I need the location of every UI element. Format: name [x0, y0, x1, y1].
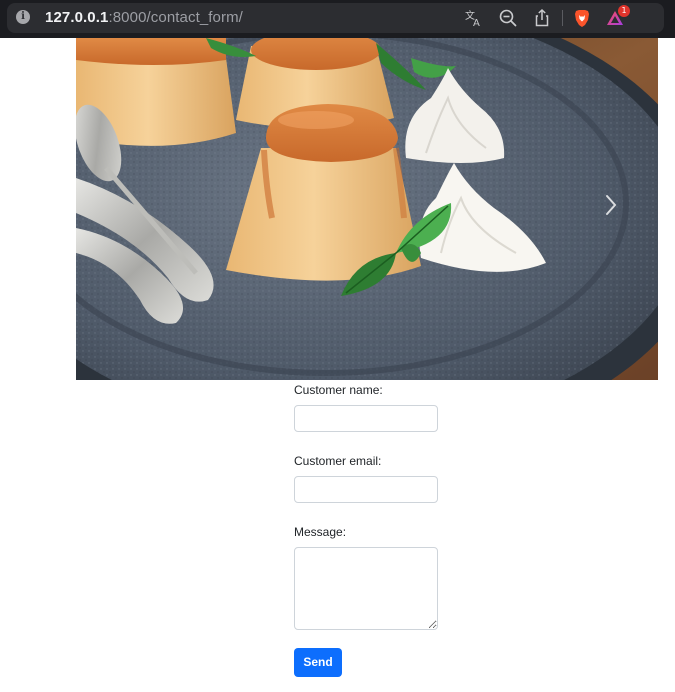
translate-icon[interactable]: 文 A — [464, 8, 484, 28]
customer-email-label: Customer email: — [294, 454, 382, 468]
brave-lion-icon[interactable] — [572, 8, 592, 28]
message-label: Message: — [294, 525, 347, 539]
zoom-out-icon[interactable] — [498, 8, 518, 28]
browser-toolbar: i 127.0.0.1:8000/contact_form/ 文 A 1 — [0, 0, 675, 38]
notification-badge: 1 — [618, 5, 630, 17]
url-path: :8000/contact_form/ — [108, 9, 243, 26]
url-text[interactable]: 127.0.0.1:8000/contact_form/ — [45, 9, 243, 27]
chevron-right-icon[interactable] — [604, 194, 618, 216]
hero-image — [76, 38, 658, 380]
send-button[interactable]: Send — [294, 648, 342, 677]
url-host: 127.0.0.1 — [45, 9, 109, 26]
message-textarea[interactable] — [294, 547, 438, 630]
flan-dessert-photo — [76, 38, 658, 380]
customer-name-label: Customer name: — [294, 383, 383, 397]
info-icon[interactable]: i — [16, 10, 30, 24]
toolbar-separator — [562, 10, 563, 26]
svg-text:A: A — [473, 18, 480, 28]
customer-name-input[interactable] — [294, 405, 438, 432]
share-icon[interactable] — [532, 8, 552, 28]
customer-email-input[interactable] — [294, 476, 438, 503]
